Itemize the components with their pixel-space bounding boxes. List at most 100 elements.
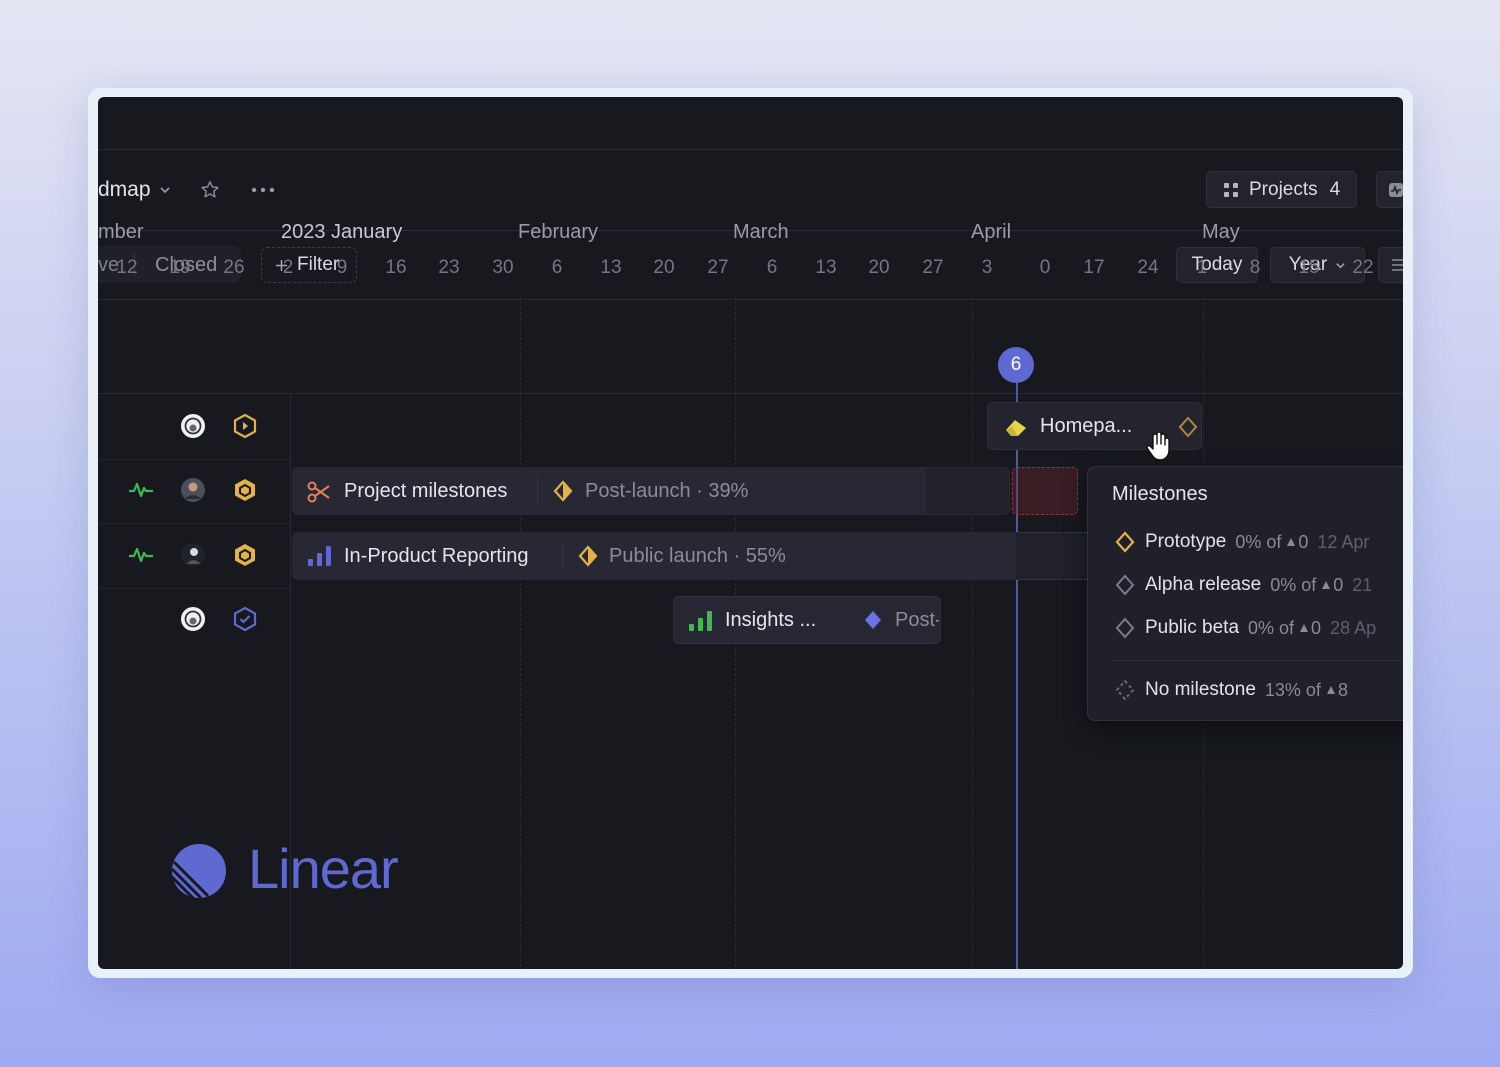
today-line: [1016, 366, 1018, 969]
milestone-item[interactable]: Prototype 0% of 0 12 Apr: [1114, 531, 1369, 553]
week-label: 3: [981, 257, 993, 278]
list-icon: [1392, 259, 1403, 271]
star-icon[interactable]: [199, 179, 221, 201]
project-name: Homepa...: [1040, 415, 1133, 437]
month-label: May: [1202, 221, 1240, 243]
no-milestone-icon: [1115, 679, 1135, 701]
milestone-percent: 0% of: [1248, 617, 1295, 638]
milestone-diamond-icon: [865, 611, 881, 629]
grid-icon: [1224, 182, 1238, 197]
milestone-count: 0: [1311, 617, 1322, 638]
app-content: dmap Projects 4 ve Closed Filter Today Y…: [98, 97, 1403, 969]
more-options-icon[interactable]: [251, 186, 275, 194]
milestone-date: 12 Apr: [1317, 531, 1370, 552]
bar-extension: [1018, 532, 1092, 580]
bar-chart-icon: [689, 611, 712, 631]
milestone-count: 0: [1298, 531, 1309, 552]
milestone-diamond-icon: [1115, 617, 1135, 639]
bar-divider: [537, 477, 538, 505]
status-in-progress-icon[interactable]: [232, 542, 258, 568]
week-label: 13: [815, 257, 837, 278]
month-label: March: [733, 221, 789, 243]
week-label: 2: [282, 257, 294, 278]
row-divider: [98, 588, 290, 589]
bar-chart-icon: [308, 546, 331, 566]
projects-count: 4: [1329, 178, 1341, 200]
display-options-button[interactable]: [1378, 247, 1403, 283]
week-label: 30: [492, 257, 514, 278]
status-in-progress-icon[interactable]: [232, 413, 258, 439]
project-name: Insights ...: [725, 609, 817, 631]
milestone-date: 28 Ap: [1330, 617, 1377, 638]
projects-button[interactable]: Projects 4: [1206, 171, 1357, 208]
avatar[interactable]: [180, 542, 206, 568]
milestone-diamond-icon: [1115, 574, 1135, 596]
row-divider: [98, 523, 290, 524]
filter-label: Filter: [297, 254, 340, 275]
today-badge[interactable]: 6: [998, 347, 1034, 383]
week-label: 19: [169, 257, 191, 278]
today-button[interactable]: Today: [1176, 247, 1258, 283]
milestone-count: 0: [1333, 574, 1344, 595]
brand-wordmark: Linear: [248, 837, 399, 900]
activity-icon: [1389, 182, 1403, 197]
chevron-down-icon: [1336, 262, 1345, 268]
milestone-item[interactable]: Public beta 0% of 0 28 Ap: [1114, 617, 1376, 639]
week-label: 12: [116, 257, 138, 278]
milestone-item[interactable]: Alpha release 0% of 0 21: [1114, 574, 1372, 596]
milestone-date: 21: [1352, 574, 1373, 595]
view-title: dmap: [98, 178, 151, 201]
scissors-icon: [307, 481, 330, 503]
status-in-progress-icon[interactable]: [232, 477, 258, 503]
issue-count-icon: [1300, 624, 1309, 632]
milestone-diamond-icon: [1115, 531, 1135, 553]
avatar[interactable]: [180, 413, 206, 439]
week-label: 6: [551, 257, 563, 278]
week-label: 22: [1352, 257, 1374, 278]
week-label: 15: [1298, 257, 1320, 278]
health-pulse-icon: [129, 482, 153, 498]
project-name: Project milestones: [344, 480, 508, 502]
milestone-percent: 13% of: [1264, 679, 1321, 700]
month-label: 2023 January: [281, 221, 403, 243]
view-title-dropdown[interactable]: dmap: [98, 178, 171, 202]
eraser-icon: [1006, 420, 1026, 436]
milestone-item-none[interactable]: No milestone 13% of 8: [1114, 679, 1348, 701]
week-label: 8: [1249, 257, 1261, 278]
hand-cursor-icon: [1146, 431, 1170, 461]
bar-divider: [562, 542, 563, 570]
milestone-name: Prototype: [1145, 531, 1227, 552]
week-label: 20: [653, 257, 675, 278]
milestone-count: 8: [1337, 679, 1348, 700]
issue-count-icon: [1326, 686, 1335, 694]
month-label: April: [971, 221, 1012, 243]
milestone-progress: Post-: [895, 609, 939, 631]
week-label: 20: [868, 257, 890, 278]
status-completed-icon[interactable]: [232, 606, 258, 632]
milestone-diamond-icon[interactable]: [1177, 416, 1199, 438]
week-label: 23: [438, 257, 460, 278]
month-label: mber: [98, 221, 144, 243]
week-label: 6: [766, 257, 778, 278]
overdue-extension: [1012, 467, 1078, 515]
linear-logo-icon: [169, 844, 226, 901]
row-divider: [98, 459, 290, 460]
milestone-diamond-icon: [553, 480, 573, 502]
milestone-name: Public beta: [1145, 617, 1240, 638]
avatar[interactable]: [180, 477, 206, 503]
month-gridline: [520, 297, 521, 969]
milestone-progress-clip: Post-: [895, 609, 939, 632]
week-label: 27: [922, 257, 944, 278]
health-pulse-icon: [129, 547, 153, 563]
avatar[interactable]: [180, 606, 206, 632]
milestone-name: No milestone: [1145, 679, 1256, 700]
week-label: 16: [385, 257, 407, 278]
milestone-percent: 0% of: [1270, 574, 1317, 595]
milestone-progress: Post-launch · 39%: [585, 480, 749, 502]
activity-button[interactable]: [1376, 171, 1403, 208]
chevron-down-icon: [159, 187, 170, 194]
popover-divider: [1112, 660, 1403, 661]
issue-count-icon: [1287, 538, 1296, 546]
projects-label: Projects: [1249, 178, 1318, 200]
week-label: 0: [1039, 257, 1051, 278]
